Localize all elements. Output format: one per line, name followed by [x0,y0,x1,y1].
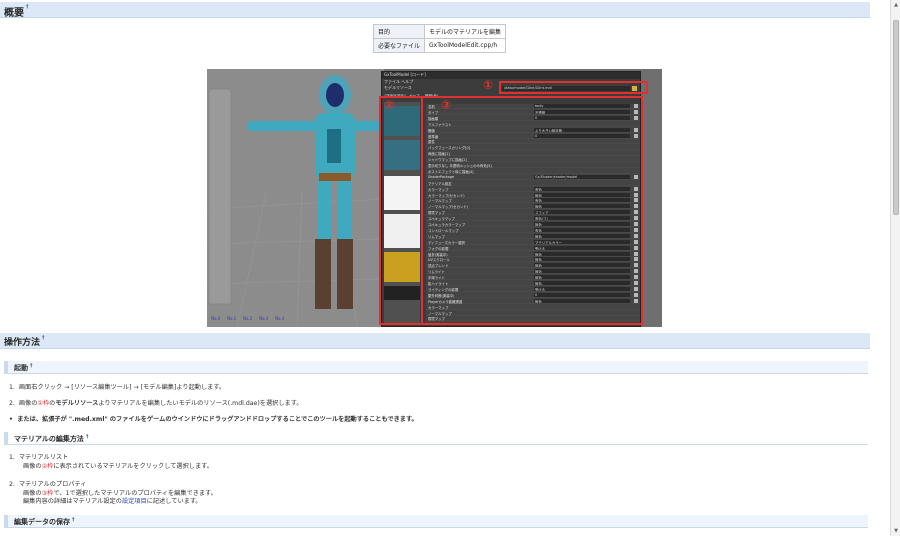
vertical-scrollbar[interactable]: ▲ ▼ [890,0,900,536]
anchor-dagger-icon[interactable]: † [30,363,33,369]
startup-bullet: • または、拡張子が ".med.xml" のファイルをゲームのウインドウにドラ… [9,416,418,423]
step-text: 画面右クリック → [リソース編集ツール] → [モデル編集]より起動します。 [18,384,226,391]
step-text: 編集内容の詳細はマテリアル設定の [23,498,122,505]
marker-1: ① [483,78,494,92]
info-table: 目的 モデルのマテリアルを編集 必要なファイル GxToolModelEdit.… [372,24,506,53]
howto-heading-text: 操作方法 [4,338,41,348]
step-text: マテリアルのプロパティ [18,481,87,488]
step-emphasis: モデルリソース [55,400,99,407]
startup-step-1: 1. 画面右クリック → [リソース編集ツール] → [モデル編集]より起動しま… [9,382,225,391]
howto-heading: 操作方法 † [0,333,870,349]
3d-viewport: No.0 No.1 No.2 No.3 No.4 [207,69,385,327]
bullet-text: または、拡張子が ".med.xml" のファイルをゲームのウインドウにドラッグ… [17,416,418,423]
viewport-label: No.0 [211,316,221,321]
frame-ref-1: ①枠 [37,400,50,407]
frame-ref-2: ②枠 [41,463,54,470]
table-value: モデルのマテリアルを編集 [424,24,506,39]
viewport-label: No.3 [259,316,269,321]
overview-heading-text: 概要 [4,8,24,19]
anchor-dagger-icon[interactable]: † [86,434,89,440]
viewport-label: No.2 [243,316,253,321]
anchor-dagger-icon[interactable]: † [26,4,29,10]
material-step-2-note: 編集内容の詳細はマテリアル設定の設定項目に記述しています。 [23,496,202,505]
step-text: に記述しています。 [146,498,202,505]
step-text: 画像の [18,400,38,407]
marker-2: ② [384,98,395,112]
table-row: 目的 モデルのマテリアルを編集 [372,24,506,39]
scroll-up-arrow-icon[interactable]: ▲ [892,1,900,9]
step-text: 画像の [23,463,42,470]
viewport-label: No.1 [227,316,237,321]
step-text: に表示されているマテリアルをクリックして選択します。 [53,463,213,470]
table-key: 目的 [372,24,426,39]
step-number: 1. [9,384,15,391]
step-number: 1. [9,454,15,461]
table-row: 必要なファイル GxToolModelEdit.cpp/h [372,38,506,53]
startup-heading-text: 起動 [14,364,28,372]
material-step-1-desc: 画像の②枠に表示されているマテリアルをクリックして選択します。 [23,461,213,470]
viewport-grid-and-model [207,69,385,327]
step-number: 2. [9,400,15,407]
tool-screenshot: No.0 No.1 No.2 No.3 No.4 GxToolModel [ロー… [207,69,662,327]
annotation-box-2 [379,96,423,325]
overview-heading: 概要† [0,2,870,19]
material-step-2-title: 2. マテリアルのプロパティ [9,479,86,488]
material-edit-heading: マテリアルの編集方法 † [4,432,868,445]
startup-heading: 起動 † [4,361,868,374]
startup-step-2: 2. 画像の①枠のモデルリソースよりマテリアルを編集したいモデルのリソース(.m… [9,398,302,407]
material-step-1-title: 1. マテリアルリスト [9,452,68,461]
anchor-dagger-icon[interactable]: † [42,335,45,341]
panel-title: GxToolModel [ロード] [382,72,640,79]
step-text: よりマテリアルを編集したいモデルのリソース(.mdl.dae)を選択します。 [98,400,303,407]
save-heading-text: 編集データの保存 [14,518,70,526]
annotation-box-1 [499,81,648,94]
material-edit-heading-text: マテリアルの編集方法 [14,435,84,443]
settings-link[interactable]: 設定項目 [122,498,147,505]
anchor-dagger-icon[interactable]: † [72,517,75,523]
table-value: GxToolModelEdit.cpp/h [424,38,506,53]
step-text: マテリアルリスト [18,454,69,461]
scrollbar-thumb[interactable] [893,20,899,215]
viewport-label: No.4 [275,316,285,321]
marker-3: ③ [441,98,452,112]
table-key: 必要なファイル [372,38,426,53]
save-heading: 編集データの保存 † [4,515,868,528]
scroll-down-arrow-icon[interactable]: ▼ [892,527,900,535]
step-number: 2. [9,481,15,488]
annotation-box-3 [421,96,643,325]
